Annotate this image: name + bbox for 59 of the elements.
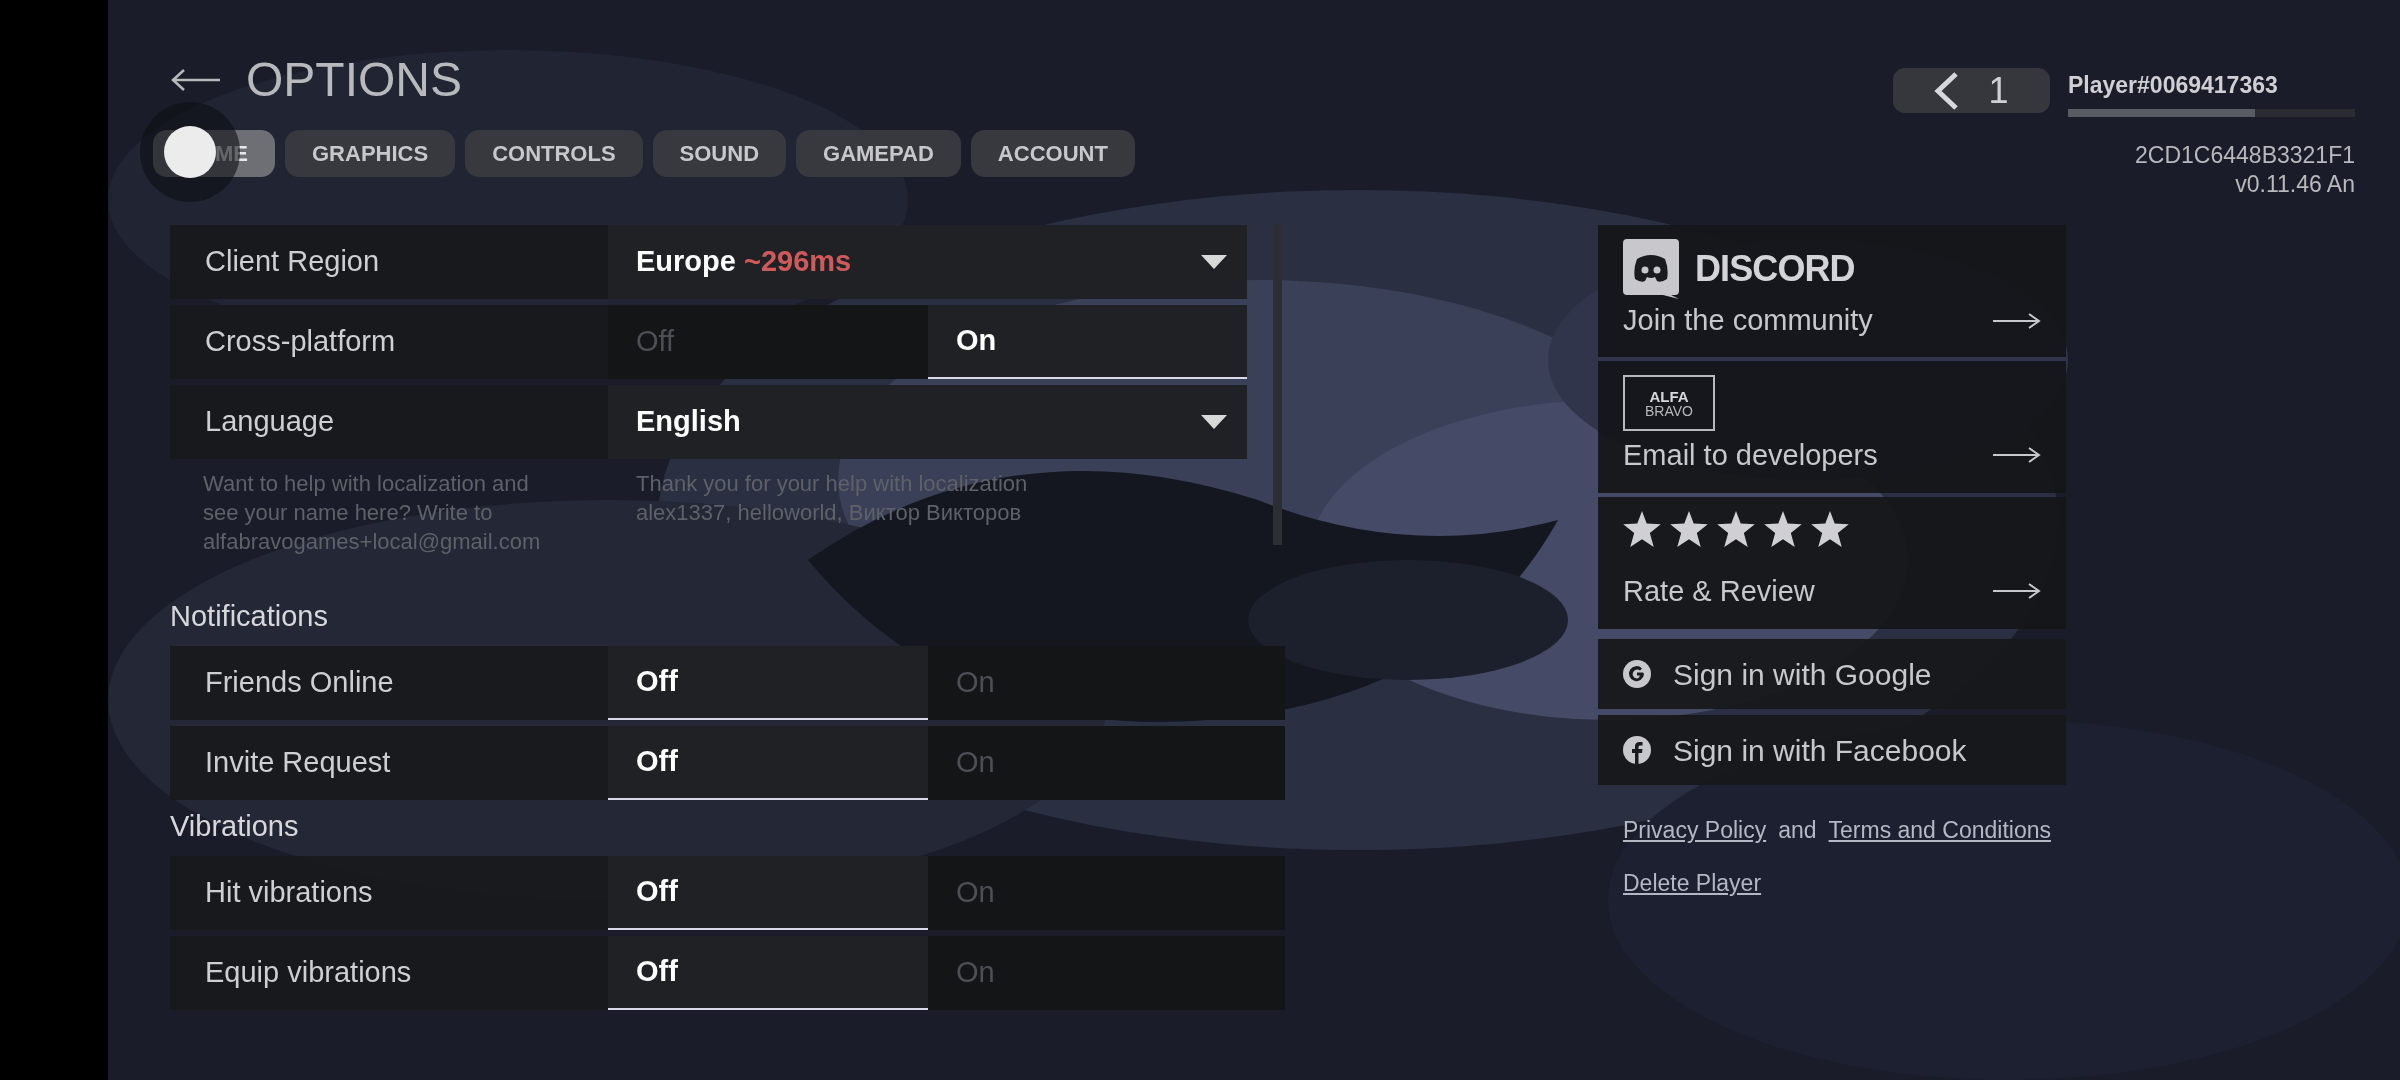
arrow-icon	[1993, 312, 2041, 329]
dropdown[interactable]: English	[608, 385, 1247, 459]
selected-option[interactable]: Off	[608, 726, 928, 800]
setting-label: Client Region	[204, 244, 381, 280]
arrow-icon	[1993, 447, 2041, 464]
terms-link[interactable]: Terms and Conditions	[1828, 813, 2051, 848]
setting-label: Language	[204, 404, 336, 440]
page-title: OPTIONS	[246, 52, 463, 108]
delete-player-link[interactable]: Delete Player	[1623, 865, 1762, 900]
selected-option[interactable]: Off	[608, 856, 928, 930]
player-name: Player#0069417363	[2068, 71, 2279, 100]
link-label: Email to developers	[1623, 437, 1878, 473]
tab[interactable]: ACCOUNT	[970, 130, 1135, 177]
link-card[interactable]: Rate & Review	[1598, 497, 2066, 629]
setting-label: Equip vibrations	[204, 955, 413, 991]
sign-in-button[interactable]: Sign in with Google	[1598, 639, 2066, 709]
tab[interactable]: SOUND	[652, 130, 787, 177]
setting-label: Cross-platform	[204, 324, 397, 360]
player-id: 2CD1C6448B3321F1	[2135, 140, 2355, 170]
link-card[interactable]: ALFA BRAVO Email to developers	[1598, 361, 2066, 493]
privacy-policy-link[interactable]: Privacy Policy	[1623, 813, 1767, 848]
star-icon	[1811, 511, 1849, 547]
tab[interactable]: CONTROLS	[465, 130, 643, 177]
dropdown-value: English	[636, 404, 741, 440]
star-icon	[1717, 511, 1755, 547]
tab[interactable]: GRAPHICS	[285, 130, 456, 177]
selected-option[interactable]: Off	[608, 646, 928, 720]
version-text: v0.11.46 An	[2235, 169, 2355, 199]
selected-option[interactable]: Off	[608, 936, 928, 1010]
arrow-icon	[1993, 583, 2041, 600]
localization-request-text: Want to help with localization and see your name here? Write to alfabravogames+local@gmail.com	[202, 470, 542, 556]
selected-option[interactable]: On	[928, 305, 1247, 379]
link-label: Rate & Review	[1623, 573, 1815, 609]
setting-label: Friends Online	[204, 665, 395, 701]
dropdown-caret-icon	[1201, 255, 1227, 269]
star-icon	[1670, 511, 1708, 547]
setting-label: Hit vibrations	[204, 875, 374, 911]
link-label: Join the community	[1623, 303, 1873, 338]
alfa-bravo-logo: ALFA BRAVO	[1623, 375, 1715, 431]
discord-wordmark: DISCORD	[1695, 247, 1855, 291]
scrollbar[interactable]	[1273, 225, 1282, 545]
star-icon	[1623, 511, 1661, 547]
dropdown[interactable]: Europe ~296ms	[608, 225, 1247, 299]
rank-button[interactable]: 1	[1893, 68, 2050, 113]
dropdown-caret-icon	[1201, 415, 1227, 429]
discord-logo-icon	[1623, 239, 1679, 299]
setting-label: Invite Request	[204, 745, 392, 781]
back-arrow-icon[interactable]	[170, 68, 220, 92]
facebook-icon	[1623, 736, 1651, 764]
conjunction-text: and	[1778, 816, 1817, 845]
google-icon	[1623, 660, 1651, 688]
section-heading: Notifications	[170, 599, 329, 635]
tab[interactable]: GAMEPAD	[796, 130, 961, 177]
star-icon	[1764, 511, 1802, 547]
sign-in-button[interactable]: Sign in with Facebook	[1598, 715, 2066, 785]
link-card[interactable]: DISCORD Join the community	[1598, 225, 2066, 357]
section-heading: Vibrations	[170, 809, 300, 845]
dropdown-value: Europe ~296ms	[636, 244, 852, 280]
chevron-left-icon	[1934, 71, 1959, 110]
